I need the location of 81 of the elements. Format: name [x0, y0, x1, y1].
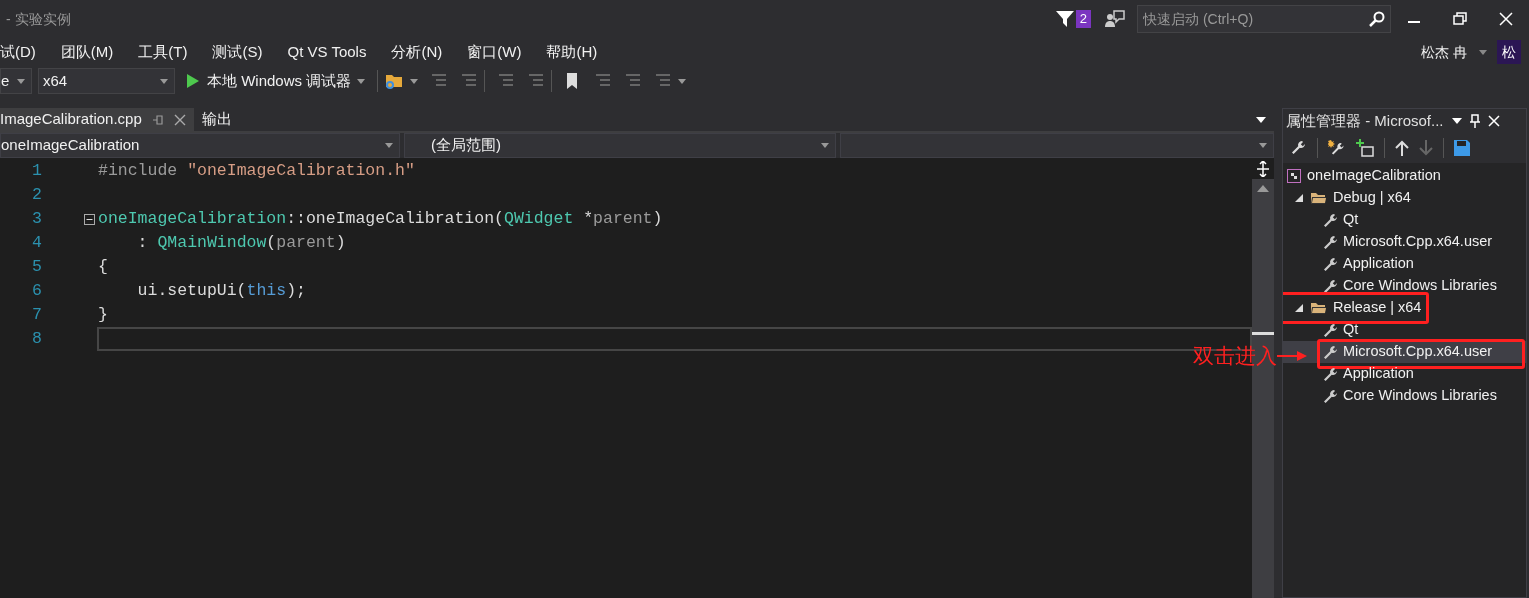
- tree-item[interactable]: Debug | x64: [1293, 187, 1413, 209]
- caret-icon[interactable]: [678, 78, 687, 84]
- menu-item[interactable]: 试(D): [0, 40, 36, 64]
- wrench-icon: [1323, 367, 1337, 381]
- folder-icon: [1311, 192, 1327, 204]
- menu-item[interactable]: Qt VS Tools: [287, 40, 367, 64]
- move-down-icon[interactable]: [1419, 140, 1433, 156]
- caret-icon[interactable]: [410, 78, 419, 84]
- search-icon[interactable]: [1369, 11, 1385, 27]
- menu-item[interactable]: 窗口(W): [467, 40, 522, 64]
- user-name[interactable]: 松杰 冉: [1421, 41, 1467, 63]
- menu-item[interactable]: 分析(N): [391, 40, 443, 64]
- menu-item[interactable]: 测试(S): [212, 40, 263, 64]
- wrench-icon: [1323, 235, 1337, 249]
- scope-dropdown[interactable]: (全局范围): [404, 133, 836, 158]
- configuration-dropdown[interactable]: e: [0, 68, 32, 94]
- arrow-icon: [1277, 351, 1307, 361]
- line-number: 2: [31, 183, 42, 206]
- tree-item[interactable]: Qt: [1321, 209, 1361, 231]
- tree-item[interactable]: Core Windows Libraries: [1321, 385, 1499, 407]
- menu-item[interactable]: 帮助(H): [546, 40, 598, 64]
- caret-icon[interactable]: [385, 143, 393, 148]
- feedback-icon[interactable]: [1105, 10, 1125, 28]
- wrench-icon: [1323, 213, 1337, 227]
- annotation-text: 双击进入: [1193, 343, 1277, 369]
- tree-item[interactable]: Microsoft.Cpp.x64.user: [1321, 231, 1495, 253]
- notification-badge: 2: [1075, 10, 1091, 28]
- project-dropdown[interactable]: oneImageCalibration: [0, 133, 400, 158]
- filter-icon[interactable]: [1055, 10, 1074, 28]
- expanded-arrow-icon[interactable]: [1295, 304, 1303, 312]
- wrench-icon: [1323, 389, 1337, 403]
- platform-dropdown[interactable]: x64: [38, 68, 175, 94]
- collapse-icon[interactable]: [84, 213, 95, 225]
- caret-icon[interactable]: [1479, 49, 1487, 55]
- line-number: 6: [31, 279, 42, 302]
- caret-icon[interactable]: [1259, 143, 1267, 148]
- wrench-icon: [1323, 323, 1337, 337]
- editor-tab[interactable]: 输出: [193, 108, 240, 131]
- line-number: 7: [31, 303, 42, 326]
- line-number: 8: [31, 327, 42, 350]
- new-property-sheet-icon[interactable]: [1328, 139, 1346, 157]
- split-icon[interactable]: [1252, 159, 1274, 179]
- menu-item[interactable]: 工具(T): [138, 40, 188, 64]
- project-icon: [1287, 169, 1301, 183]
- caret-icon[interactable]: [17, 78, 25, 84]
- menu-item[interactable]: 团队(M): [60, 40, 114, 64]
- caret-icon[interactable]: [160, 78, 168, 84]
- scroll-position-marker: [1252, 332, 1274, 335]
- line-number: 4: [31, 231, 42, 254]
- tree-item[interactable]: Release | x64: [1293, 297, 1424, 319]
- tree-item[interactable]: Application: [1321, 363, 1416, 385]
- expanded-arrow-icon[interactable]: [1295, 194, 1303, 202]
- move-up-icon[interactable]: [1395, 140, 1409, 156]
- platform-value: x64: [43, 70, 68, 91]
- window-title: - 实验实例: [6, 9, 71, 29]
- play-icon: [187, 74, 199, 88]
- add-property-sheet-icon[interactable]: [1356, 139, 1374, 157]
- start-debugger-button[interactable]: 本地 Windows 调试器: [187, 68, 352, 94]
- tree-item[interactable]: Qt: [1321, 319, 1361, 341]
- wrench-icon[interactable]: [1291, 140, 1307, 156]
- tree-item[interactable]: Core Windows Libraries: [1321, 275, 1499, 297]
- scroll-up-icon[interactable]: [1257, 185, 1269, 192]
- caret-icon[interactable]: [357, 78, 366, 84]
- wrench-icon: [1323, 279, 1337, 293]
- line-number: 1: [31, 159, 42, 182]
- tree-item[interactable]: Application: [1321, 253, 1416, 275]
- save-icon[interactable]: [1454, 140, 1470, 156]
- caret-icon[interactable]: [821, 143, 829, 148]
- wrench-icon: [1323, 345, 1337, 359]
- configuration-value: e: [1, 70, 10, 91]
- line-number: 3: [31, 207, 42, 230]
- line-number: 5: [31, 255, 42, 278]
- tab-list-icon[interactable]: [1256, 117, 1266, 123]
- tree-item[interactable]: oneImageCalibration: [1285, 165, 1443, 187]
- panel-title: 属性管理器 - Microsof...: [1286, 110, 1444, 131]
- dropdown-icon[interactable]: [1451, 118, 1462, 124]
- folder-search-icon[interactable]: [384, 72, 405, 90]
- wrench-icon: [1323, 257, 1337, 271]
- quick-launch-field[interactable]: 快速启动 (Ctrl+Q): [1137, 5, 1391, 33]
- folder-icon: [1311, 302, 1327, 314]
- user-avatar[interactable]: 松: [1497, 40, 1521, 64]
